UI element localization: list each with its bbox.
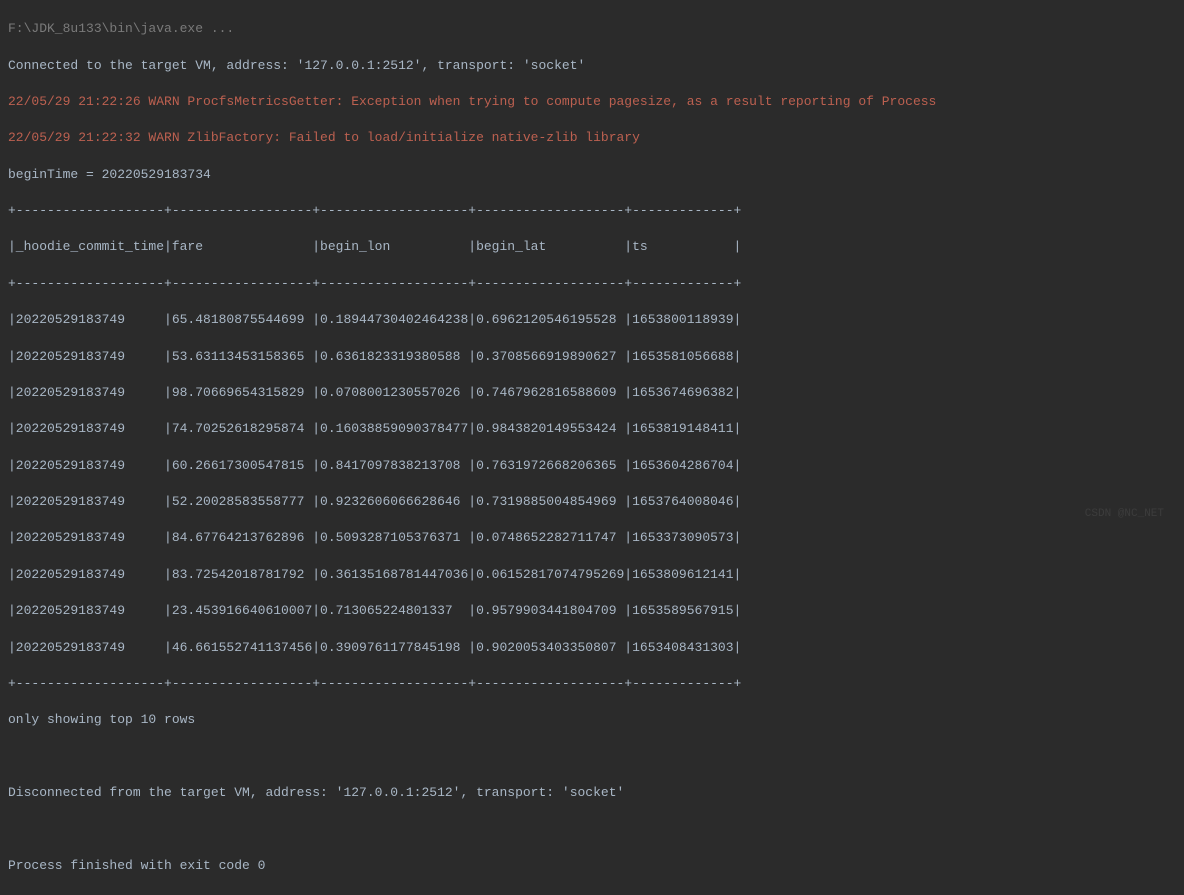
exit-code-message: Process finished with exit code 0	[8, 857, 1176, 875]
java-exe-path: F:\JDK_8u133\bin\java.exe ...	[8, 20, 1176, 38]
table-row: |20220529183749 |46.661552741137456|0.39…	[8, 639, 1176, 657]
blank-line	[8, 748, 1176, 766]
table-row: |20220529183749 |98.70669654315829 |0.07…	[8, 384, 1176, 402]
table-row: |20220529183749 |60.26617300547815 |0.84…	[8, 457, 1176, 475]
table-row: |20220529183749 |65.48180875544699 |0.18…	[8, 311, 1176, 329]
disconnected-message: Disconnected from the target VM, address…	[8, 784, 1176, 802]
table-row: |20220529183749 |74.70252618295874 |0.16…	[8, 420, 1176, 438]
table-separator-top: +-------------------+------------------+…	[8, 202, 1176, 220]
table-separator-mid: +-------------------+------------------+…	[8, 275, 1176, 293]
blank-line	[8, 820, 1176, 838]
table-separator-bottom: +-------------------+------------------+…	[8, 675, 1176, 693]
begin-time: beginTime = 20220529183734	[8, 166, 1176, 184]
warn-line-1: 22/05/29 21:22:26 WARN ProcfsMetricsGett…	[8, 93, 1176, 111]
warn-line-2: 22/05/29 21:22:32 WARN ZlibFactory: Fail…	[8, 129, 1176, 147]
table-row: |20220529183749 |84.67764213762896 |0.50…	[8, 529, 1176, 547]
table-row: |20220529183749 |83.72542018781792 |0.36…	[8, 566, 1176, 584]
table-row: |20220529183749 |53.63113453158365 |0.63…	[8, 348, 1176, 366]
table-header: |_hoodie_commit_time|fare |begin_lon |be…	[8, 238, 1176, 256]
watermark: CSDN @NC_NET	[1085, 507, 1164, 522]
showing-info: only showing top 10 rows	[8, 711, 1176, 729]
connected-message: Connected to the target VM, address: '12…	[8, 57, 1176, 75]
table-row: |20220529183749 |52.20028583558777 |0.92…	[8, 493, 1176, 511]
table-row: |20220529183749 |23.453916640610007|0.71…	[8, 602, 1176, 620]
console-output: F:\JDK_8u133\bin\java.exe ... Connected …	[0, 0, 1184, 895]
